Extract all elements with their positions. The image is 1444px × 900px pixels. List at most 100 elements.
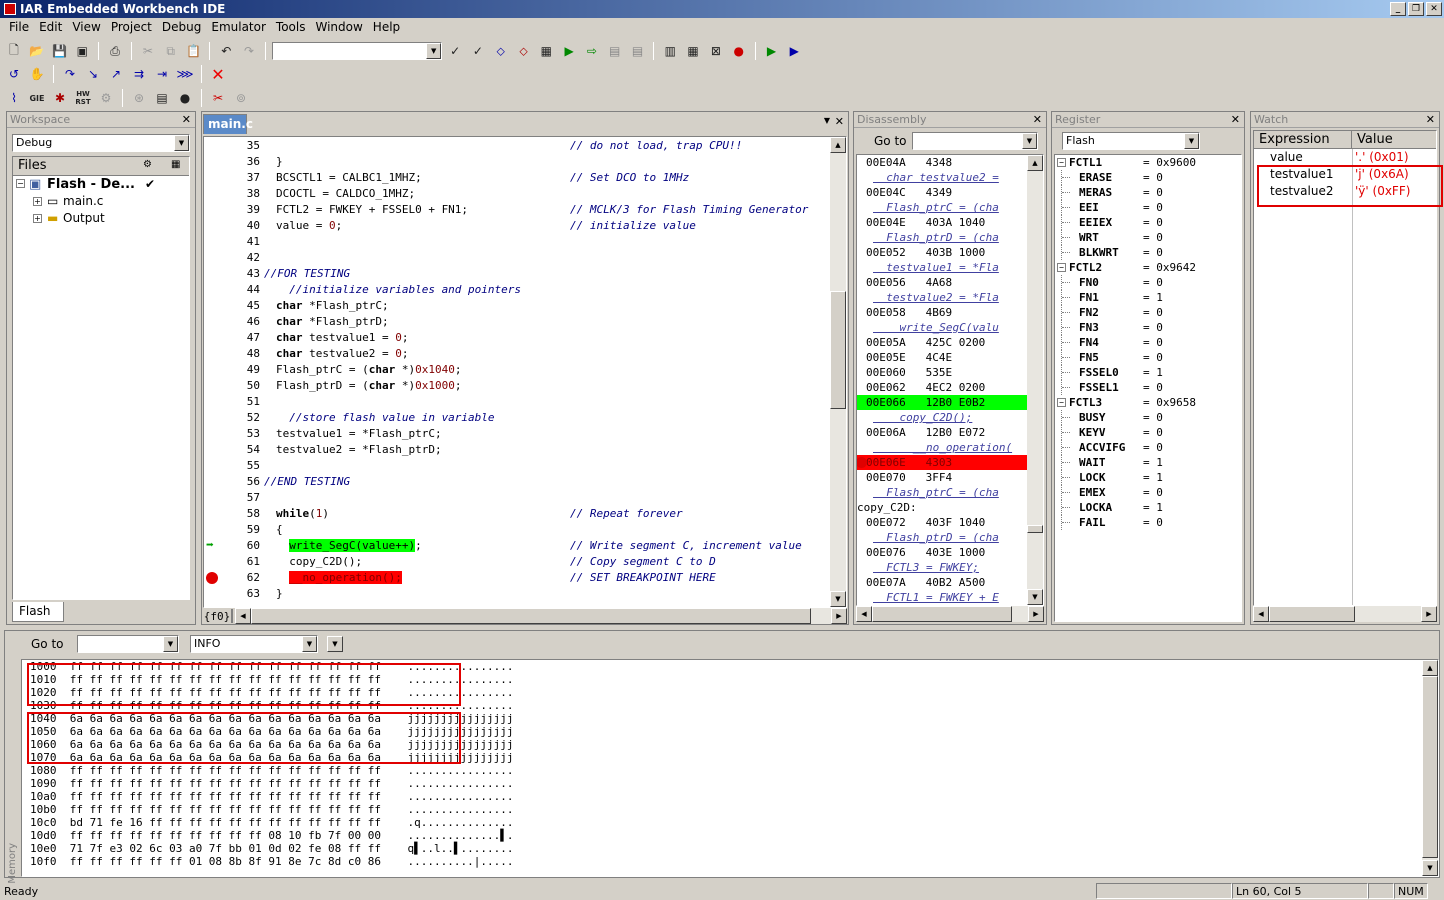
tab-flash[interactable]: Flash <box>12 602 64 622</box>
stop-debugging-icon[interactable]: ✕ <box>208 64 228 84</box>
compile-icon[interactable]: ▶ <box>559 41 579 61</box>
register-row[interactable]: FAIL = 0 <box>1055 515 1241 530</box>
reset-icon[interactable]: ↺ <box>4 64 24 84</box>
maximize-button[interactable]: ❐ <box>1408 2 1424 16</box>
register-row[interactable]: FSSEL0 = 1 <box>1055 365 1241 380</box>
goto-address-combo[interactable]: ▼ <box>77 635 179 653</box>
register-row[interactable]: EMEX = 0 <box>1055 485 1241 500</box>
goto-combo[interactable]: ▼ <box>912 132 1038 150</box>
close-icon[interactable]: ✕ <box>1231 113 1240 126</box>
build-icon[interactable]: ▦ <box>171 159 180 170</box>
col-value[interactable]: Value <box>1352 131 1436 149</box>
scroll-up-icon[interactable]: ▲ <box>1027 155 1043 171</box>
register-row[interactable]: FN5 = 0 <box>1055 350 1241 365</box>
close-button[interactable]: ✕ <box>1426 2 1442 16</box>
register-row[interactable]: BUSY = 0 <box>1055 410 1241 425</box>
scroll-down-icon[interactable]: ▼ <box>1027 589 1043 605</box>
clear-breakpoints-icon[interactable]: ✂ <box>208 88 228 108</box>
register-row[interactable]: − FCTL2 = 0x9642 <box>1055 260 1241 275</box>
disassembly-view[interactable]: 00E04A 4348 char testvalue2 = 00E04C 4349… <box>856 154 1044 606</box>
register-row[interactable]: LOCK = 1 <box>1055 470 1241 485</box>
goto-line-icon[interactable]: ▦ <box>536 41 556 61</box>
toggle-bookmark-icon[interactable]: ⬦ <box>491 41 511 61</box>
scroll-left-icon[interactable]: ◀ <box>235 608 251 624</box>
download-debug-icon[interactable]: ▶ <box>762 41 782 61</box>
register-row[interactable]: FN2 = 0 <box>1055 305 1241 320</box>
register-row[interactable]: BLKWRT = 0 <box>1055 245 1241 260</box>
state-storage-icon[interactable]: ⊛ <box>129 88 149 108</box>
scroll-down-icon[interactable]: ▼ <box>830 591 846 607</box>
register-row[interactable]: WAIT = 1 <box>1055 455 1241 470</box>
editor-scrollbar[interactable]: ▲ ▼ <box>830 137 846 607</box>
register-row[interactable]: LOCKA = 1 <box>1055 500 1241 515</box>
code-view[interactable]: 35// do not load, trap CPU!! 36} 37 BCSCTL1… <box>203 136 847 608</box>
expand-icon[interactable]: + <box>33 214 42 223</box>
tab-list-icon[interactable]: ▼ <box>824 116 830 125</box>
scroll-thumb[interactable] <box>1422 676 1438 858</box>
goto-bookmark-icon[interactable]: ⬦ <box>514 41 534 61</box>
scroll-up-icon[interactable]: ▲ <box>830 137 846 153</box>
sequencer-icon[interactable]: ▤ <box>152 88 172 108</box>
next-statement-icon[interactable]: ⇉ <box>129 64 149 84</box>
step-out-icon[interactable]: ↗ <box>106 64 126 84</box>
save-all-icon[interactable]: ▣ <box>72 41 92 61</box>
break-icon[interactable]: ✋ <box>27 64 47 84</box>
menu-help[interactable]: Help <box>368 19 405 37</box>
step-into-icon[interactable]: ↘ <box>83 64 103 84</box>
make-icon[interactable]: ⇨ <box>582 41 602 61</box>
close-icon[interactable]: ✕ <box>1426 113 1435 126</box>
menu-view[interactable]: View <box>67 19 105 37</box>
tree-project[interactable]: − ▣ Flash - De... ✔ <box>13 176 189 194</box>
clock-control-icon[interactable]: ⌇ <box>4 88 24 108</box>
register-row[interactable]: MERAS = 0 <box>1055 185 1241 200</box>
scroll-thumb[interactable] <box>1027 525 1043 533</box>
collapse-icon[interactable]: − <box>1057 158 1066 167</box>
menu-edit[interactable]: Edit <box>34 19 67 37</box>
register-row[interactable]: WRT = 0 <box>1055 230 1241 245</box>
redo-icon[interactable]: ↷ <box>239 41 259 61</box>
register-row[interactable]: − FCTL3 = 0x9658 <box>1055 395 1241 410</box>
register-row[interactable]: EEIEX = 0 <box>1055 215 1241 230</box>
configuration-select[interactable]: Debug ▼ <box>12 134 190 152</box>
gie-button[interactable]: GIE <box>27 88 47 108</box>
register-row[interactable]: FN4 = 0 <box>1055 335 1241 350</box>
breakpoint-red-icon[interactable]: ● <box>729 41 749 61</box>
scroll-thumb[interactable] <box>830 291 846 409</box>
scroll-left-icon[interactable]: ◀ <box>1253 606 1269 622</box>
watch-row[interactable]: value '.' (0x01) <box>1254 149 1436 166</box>
cut-icon[interactable]: ✂ <box>138 41 158 61</box>
breakpoint-list-icon[interactable]: ▦ <box>683 41 703 61</box>
register-row[interactable]: EEI = 0 <box>1055 200 1241 215</box>
close-icon[interactable]: ✕ <box>835 115 844 128</box>
step-over-icon[interactable]: ↷ <box>60 64 80 84</box>
paste-icon[interactable]: 📋 <box>184 41 204 61</box>
hscroll-thumb[interactable] <box>251 608 811 624</box>
scroll-down-icon[interactable]: ▼ <box>1422 860 1438 876</box>
debug-without-download-icon[interactable]: ▶ <box>784 41 804 61</box>
collapse-icon[interactable]: − <box>16 179 25 188</box>
scroll-left-icon[interactable]: ◀ <box>856 606 872 622</box>
hscroll-thumb[interactable] <box>872 606 1012 622</box>
hw-reset-button[interactable]: HW RST <box>73 88 93 108</box>
menu-tools[interactable]: Tools <box>271 19 311 37</box>
collapse-icon[interactable]: − <box>1057 398 1066 407</box>
hscroll-thumb[interactable] <box>1269 606 1355 622</box>
breakpoint-icon[interactable] <box>206 572 218 584</box>
scroll-right-icon[interactable]: ▶ <box>831 608 847 624</box>
memory-zone-select[interactable]: INFO ▼ <box>190 635 318 653</box>
register-row[interactable]: − FCTL1 = 0x9600 <box>1055 155 1241 170</box>
scroll-right-icon[interactable]: ▶ <box>1028 606 1044 622</box>
col-expression[interactable]: Expression <box>1254 131 1352 149</box>
open-folder-icon[interactable]: 📂 <box>27 41 47 61</box>
menu-debug[interactable]: Debug <box>157 19 206 37</box>
undo-icon[interactable]: ↶ <box>216 41 236 61</box>
run-to-cursor-icon[interactable]: ⇥ <box>152 64 172 84</box>
close-icon[interactable]: ✕ <box>182 113 191 126</box>
menu-window[interactable]: Window <box>310 19 367 37</box>
go-icon[interactable]: ⋙ <box>175 64 195 84</box>
copy-icon[interactable]: ⧉ <box>161 41 181 61</box>
save-icon[interactable]: 💾 <box>50 41 70 61</box>
stop-build-icon[interactable]: ▤ <box>605 41 625 61</box>
minimize-button[interactable]: _ <box>1390 2 1406 16</box>
register-row[interactable]: FN0 = 0 <box>1055 275 1241 290</box>
